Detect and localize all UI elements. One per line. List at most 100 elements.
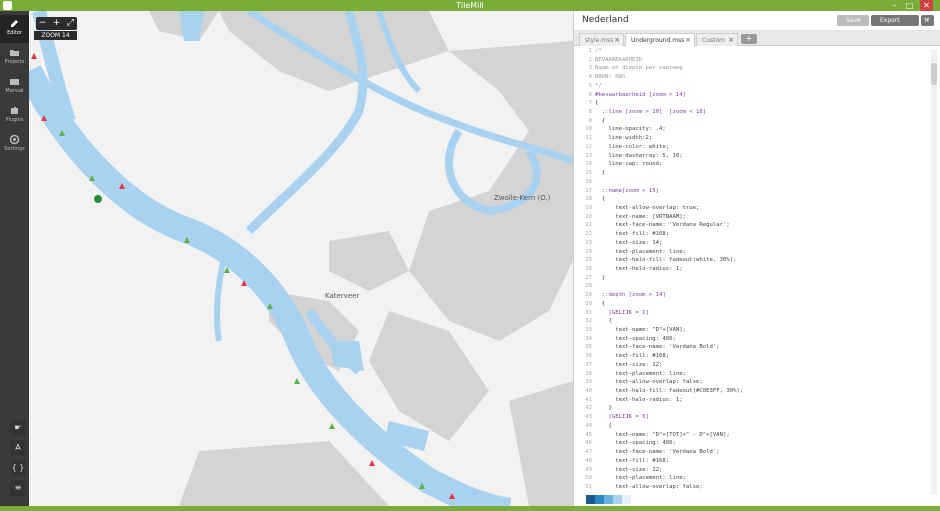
code-line: 32 { bbox=[574, 317, 929, 326]
code-text: text-halo-radius: 1; bbox=[595, 265, 683, 272]
export-button[interactable]: Export bbox=[871, 15, 919, 26]
code-line: 21 text-face-name: 'Verdana Regular'; bbox=[574, 221, 929, 230]
line-number: 17 bbox=[585, 187, 592, 194]
code-line: 6 #bevaarbaarheid [zoom > 14] bbox=[574, 91, 929, 100]
add-tab-button[interactable]: + bbox=[741, 34, 757, 44]
code-line: 48 text-fill: #168; bbox=[574, 457, 929, 466]
line-number: 9 bbox=[588, 117, 592, 124]
braces-icon[interactable]: { } bbox=[10, 460, 26, 476]
line-number: 22 bbox=[585, 231, 592, 238]
code-text: text-halo-radius: 1; bbox=[595, 396, 683, 403]
tab-custom[interactable]: Custom × bbox=[696, 33, 738, 46]
code-text: text-allow-overlap: true; bbox=[595, 204, 700, 211]
code-line: 30 { bbox=[574, 300, 929, 309]
line-number: 43 bbox=[585, 414, 592, 421]
save-button[interactable]: Save bbox=[837, 15, 869, 26]
line-number: 23 bbox=[585, 239, 592, 246]
window-title: TileMill bbox=[456, 1, 484, 10]
sidebar-item-editor[interactable]: Editor bbox=[0, 15, 29, 43]
line-number: 33 bbox=[585, 327, 592, 333]
code-line: 15 } bbox=[574, 169, 929, 178]
code-line: 36 text-fill: #168; bbox=[574, 352, 929, 361]
tab-style[interactable]: style.mss × bbox=[579, 33, 624, 46]
code-editor[interactable]: 1/* 2 BEVAARBAARHEID 3 Naam en diepte per va… bbox=[574, 47, 929, 497]
line-number: 39 bbox=[585, 379, 592, 386]
font-icon[interactable]: A bbox=[10, 440, 26, 456]
folder-icon bbox=[10, 50, 19, 56]
code-text: text-placement: line; bbox=[595, 475, 686, 482]
color-swatch[interactable] bbox=[622, 495, 631, 504]
tab-underground[interactable]: Underground.mss × bbox=[625, 33, 695, 46]
code-text: { bbox=[595, 318, 612, 325]
wrench-icon[interactable]: ⚒ bbox=[921, 15, 934, 26]
pointer-icon[interactable]: ☛ bbox=[10, 420, 26, 436]
line-number: 20 bbox=[585, 213, 592, 220]
code-line: 51 text-allow-overlap: false; bbox=[574, 483, 929, 492]
code-line: 8 ::line [zoom > 10] [zoom < 18] bbox=[574, 108, 929, 117]
file-tabs: style.mss × Underground.mss × Custom × + bbox=[574, 31, 940, 46]
code-line: 16 bbox=[574, 178, 929, 187]
code-text: text-fill: #168; bbox=[595, 231, 670, 238]
fullscreen-button[interactable]: ⤢ bbox=[64, 17, 77, 30]
code-text: } bbox=[595, 405, 612, 412]
line-number: 15 bbox=[585, 170, 592, 177]
close-tab-icon[interactable]: × bbox=[728, 34, 734, 47]
code-text: text-allow-overlap: false; bbox=[595, 379, 703, 386]
map-label-zwolle: Zwolle-Kern (O.) bbox=[494, 194, 551, 202]
zoom-control: − + ⤢ bbox=[36, 17, 77, 30]
sidebar-item-label: Settings bbox=[4, 146, 25, 152]
line-number: 12 bbox=[585, 143, 592, 150]
line-number: 32 bbox=[585, 318, 592, 325]
code-line: 12 line-color: white; bbox=[574, 143, 929, 152]
color-swatch[interactable] bbox=[613, 495, 622, 504]
line-number: 35 bbox=[585, 344, 592, 351]
map-view[interactable]: Zwolle-Kern (O.) Katerveer bbox=[29, 11, 573, 506]
line-number: 6 bbox=[588, 91, 592, 98]
maximize-icon[interactable]: □ bbox=[903, 0, 916, 11]
code-line: 23 text-size: 14; bbox=[574, 239, 929, 248]
line-number: 16 bbox=[585, 178, 592, 185]
zoom-in-button[interactable]: + bbox=[50, 17, 63, 30]
code-line: 33 text-name: "D"+[VAN]; bbox=[574, 326, 929, 335]
tab-label: Underground.mss bbox=[631, 37, 685, 44]
color-swatch[interactable] bbox=[586, 495, 595, 504]
code-text: text-name: "D"+[VAN]; bbox=[595, 327, 686, 333]
code-scrollbar[interactable] bbox=[931, 49, 937, 495]
tab-label: Custom bbox=[702, 37, 725, 44]
close-tab-icon[interactable]: × bbox=[685, 34, 691, 47]
zoom-out-button[interactable]: − bbox=[36, 17, 49, 30]
code-text: { bbox=[595, 300, 606, 307]
sidebar-item-label: Plugins bbox=[5, 117, 24, 123]
sidebar-item-label: Manual bbox=[5, 88, 24, 94]
sidebar-item-settings[interactable]: Settings bbox=[0, 131, 29, 159]
line-number: 46 bbox=[585, 440, 592, 447]
code-text: line-width:2; bbox=[595, 135, 653, 142]
code-line: 40 text-halo-fill: fadeout(#C0E3FF, 30%)… bbox=[574, 387, 929, 396]
code-line: 46 text-spacing: 400; bbox=[574, 439, 929, 448]
code-line: 25 text-halo-fill: fadeout(white, 30%); bbox=[574, 256, 929, 265]
code-text: ::line [zoom > 10] [zoom < 18] bbox=[595, 109, 707, 116]
scrollbar-thumb[interactable] bbox=[931, 63, 937, 85]
code-text: text-face-name: 'Verdana Bold'; bbox=[595, 344, 720, 351]
close-icon[interactable]: ✕ bbox=[920, 0, 933, 11]
minimize-icon[interactable]: – bbox=[888, 0, 901, 11]
line-number: 47 bbox=[585, 449, 592, 456]
color-swatch[interactable] bbox=[595, 495, 604, 504]
code-line: 24 text-placement: line; bbox=[574, 248, 929, 257]
code-text: { bbox=[595, 422, 612, 429]
code-line: 2 BEVAARBAARHEID bbox=[574, 56, 929, 65]
close-tab-icon[interactable]: × bbox=[614, 34, 620, 47]
code-text: */ bbox=[595, 82, 602, 89]
sidebar-item-projects[interactable]: Projects bbox=[0, 44, 29, 72]
code-text: text-fill: #168; bbox=[595, 353, 670, 360]
map-canvas bbox=[29, 11, 573, 506]
line-number: 25 bbox=[585, 257, 592, 264]
code-text: text-halo-fill: fadeout(#C0E3FF, 30%); bbox=[595, 388, 744, 395]
sidebar-item-plugins[interactable]: Plugins bbox=[0, 102, 29, 130]
line-number: 41 bbox=[585, 396, 592, 403]
line-number: 50 bbox=[585, 475, 592, 482]
line-number: 8 bbox=[588, 109, 592, 116]
layers-icon[interactable]: ≡ bbox=[10, 480, 26, 496]
color-swatch[interactable] bbox=[604, 495, 613, 504]
sidebar-item-manual[interactable]: Manual bbox=[0, 73, 29, 101]
